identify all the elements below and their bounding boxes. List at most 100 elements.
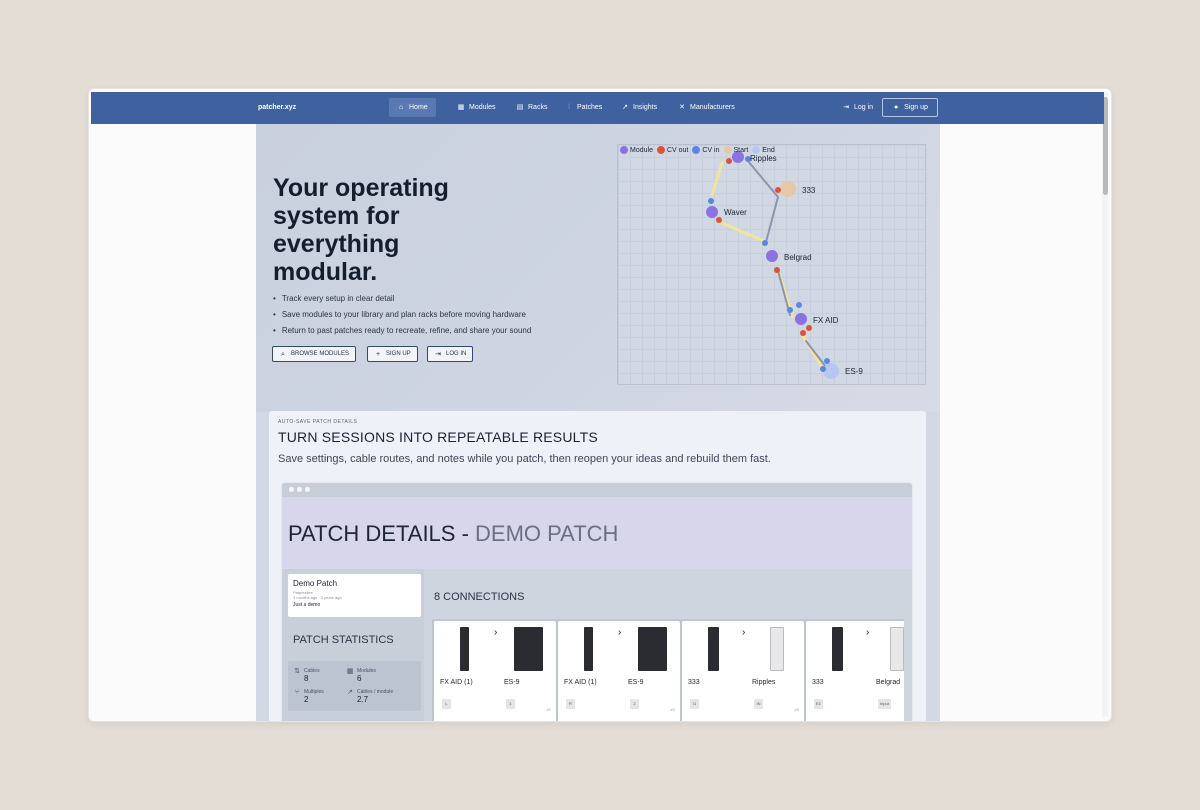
connection-to: Belgrad bbox=[876, 679, 901, 686]
nav-racks[interactable]: ▤ Racks bbox=[508, 98, 555, 117]
cv-in-port bbox=[796, 302, 802, 308]
stat-value: 2 bbox=[304, 695, 309, 704]
nav-patches[interactable]: ⫶ Patches bbox=[557, 98, 610, 117]
patch-graph[interactable]: Ripples 333 Waver Belgrad FX AID ES-9 Mo… bbox=[617, 144, 926, 385]
stats-title: PATCH STATISTICS bbox=[293, 634, 394, 646]
graph-node-label: 333 bbox=[802, 186, 816, 195]
port-tag: 1 bbox=[506, 699, 515, 709]
stat-multiples: ⑂ Multiples 2 bbox=[293, 689, 324, 704]
user-icon: ● bbox=[894, 104, 899, 111]
stat-value: 2.7 bbox=[357, 695, 369, 704]
graph-node-fx-aid[interactable] bbox=[795, 313, 807, 325]
cv-out-port bbox=[726, 158, 732, 164]
connection-from: 333 bbox=[688, 679, 700, 686]
add-user-icon: + bbox=[375, 350, 381, 358]
feature-subtitle: Save settings, cable routes, and notes w… bbox=[278, 453, 771, 465]
cv-in-port bbox=[708, 198, 714, 204]
cv-in-port bbox=[787, 307, 793, 313]
cable-line bbox=[710, 161, 724, 197]
module-image bbox=[460, 627, 469, 671]
nav-home[interactable]: ⌂ Home bbox=[389, 98, 436, 117]
window-dot bbox=[289, 487, 294, 492]
login-icon: ⇥ bbox=[843, 104, 849, 111]
graph-node-label: Ripples bbox=[750, 154, 777, 163]
nav-racks-label: Racks bbox=[528, 104, 548, 111]
preview-title-muted: DEMO PATCH bbox=[475, 521, 619, 546]
legend-cv-out: CV out bbox=[656, 146, 688, 154]
module-image bbox=[638, 627, 667, 671]
port-tag: R bbox=[566, 699, 575, 709]
graph-node-es9[interactable] bbox=[823, 363, 839, 379]
legend-end: End bbox=[752, 146, 775, 154]
nav-home-label: Home bbox=[409, 104, 428, 111]
brand-logo[interactable]: patcher.xyz bbox=[258, 104, 296, 111]
graph-node-label: FX AID bbox=[813, 316, 839, 325]
graph-node-waver[interactable] bbox=[706, 206, 718, 218]
connection-number: #2 bbox=[670, 707, 675, 712]
signup-button[interactable]: ● Sign up bbox=[882, 98, 938, 117]
hero-bullet: Return to past patches ready to recreate… bbox=[273, 326, 531, 335]
nav-manufacturers[interactable]: ✕ Manufacturers bbox=[670, 98, 743, 117]
graph-node-333[interactable] bbox=[780, 181, 796, 197]
demo-patch-name: Demo Patch bbox=[293, 579, 338, 588]
nav-insights[interactable]: ↗ Insights bbox=[613, 98, 665, 117]
module-image bbox=[708, 627, 719, 671]
window-dot bbox=[297, 487, 302, 492]
browser-window: patcher.xyz ⌂ Home ▦ Modules ▤ Racks ⫶ P… bbox=[88, 88, 1112, 722]
cable-line bbox=[765, 196, 779, 243]
cv-out-port bbox=[716, 217, 722, 223]
login-icon: ⇥ bbox=[435, 350, 441, 358]
browse-modules-button[interactable]: ⌕ BROWSE MODULES bbox=[272, 346, 357, 362]
port-tag: L bbox=[442, 699, 451, 709]
connection-card[interactable]: › 333 Belgrad E1 Input bbox=[806, 621, 904, 721]
chevron-right-icon: › bbox=[618, 627, 622, 638]
connection-from: FX AID (1) bbox=[440, 679, 473, 686]
cv-in-port bbox=[824, 358, 830, 364]
app-preview: PATCH DETAILS - DEMO PATCH Demo Patch Pa… bbox=[282, 483, 912, 721]
hero-headline: Your operating system for everything mod… bbox=[273, 174, 449, 286]
sliders-icon: ⫶ bbox=[568, 104, 570, 111]
connection-card[interactable]: › FX AID (1) ES-9 R 2 #2 bbox=[558, 621, 680, 721]
nav-modules-label: Modules bbox=[469, 104, 496, 111]
connection-card[interactable]: › FX AID (1) ES-9 L 1 #1 bbox=[434, 621, 556, 721]
top-navbar: patcher.xyz ⌂ Home ▦ Modules ▤ Racks ⫶ P… bbox=[91, 92, 1104, 124]
graph-node-label: ES-9 bbox=[845, 367, 863, 376]
cables-icon: ⇅ bbox=[294, 668, 300, 675]
cable-line bbox=[805, 340, 827, 368]
tools-icon: ✕ bbox=[679, 104, 685, 111]
hero-bullet: Save modules to your library and plan ra… bbox=[273, 310, 531, 319]
signup-label: Sign up bbox=[904, 104, 928, 111]
preview-sidebar: Demo Patch Patpresbre 3 months ago · 3 y… bbox=[282, 569, 424, 721]
port-tag: Input bbox=[878, 699, 891, 709]
login-label: Log in bbox=[854, 104, 874, 111]
port-tag: I1 bbox=[690, 699, 699, 709]
hero-signup-button[interactable]: + SIGN UP bbox=[367, 346, 418, 362]
module-image bbox=[514, 627, 543, 671]
cv-out-port bbox=[775, 187, 781, 193]
stat-cables: ⇅ Cables 8 bbox=[293, 668, 320, 683]
nav-manufacturers-label: Manufacturers bbox=[690, 104, 735, 111]
demo-patch-dates: 3 months ago · 3 years ago bbox=[293, 595, 342, 600]
module-image bbox=[832, 627, 843, 671]
chevron-right-icon: › bbox=[494, 627, 498, 638]
graph-node-belgrad[interactable] bbox=[766, 250, 778, 262]
hero-login-button[interactable]: ⇥ LOG IN bbox=[427, 346, 474, 362]
grid-icon: ▦ bbox=[346, 668, 354, 675]
connections-title: 8 CONNECTIONS bbox=[434, 591, 525, 603]
browse-modules-label: BROWSE MODULES bbox=[291, 351, 350, 357]
demo-patch-card[interactable]: Demo Patch Patpresbre 3 months ago · 3 y… bbox=[288, 574, 421, 617]
patch-stats: ⇅ Cables 8 ▦ Modules 6 ⑂ Multiples 2 ↗ C… bbox=[288, 661, 421, 711]
legend-start: Start bbox=[723, 146, 748, 154]
nav-modules[interactable]: ▦ Modules bbox=[449, 98, 503, 117]
graph-node-label: Waver bbox=[724, 208, 747, 217]
connection-cards: › FX AID (1) ES-9 L 1 #1 › FX AID (1) ES… bbox=[432, 619, 904, 721]
feature-section: AUTO-SAVE PATCH DETAILS TURN SESSIONS IN… bbox=[269, 411, 926, 721]
hero-section: Your operating system for everything mod… bbox=[256, 124, 940, 412]
nav-patches-label: Patches bbox=[577, 104, 603, 111]
module-image bbox=[584, 627, 593, 671]
module-image bbox=[890, 627, 904, 671]
login-link[interactable]: ⇥ Log in bbox=[834, 98, 881, 117]
feature-kicker: AUTO-SAVE PATCH DETAILS bbox=[278, 419, 358, 425]
port-tag: E1 bbox=[814, 699, 823, 709]
connection-card[interactable]: › 333 Ripples I1 IN #3 bbox=[682, 621, 804, 721]
